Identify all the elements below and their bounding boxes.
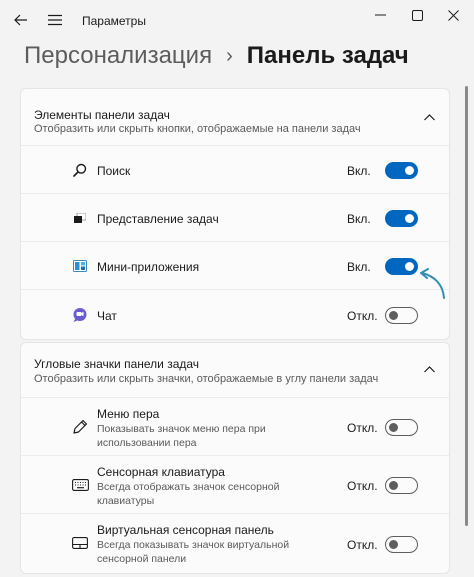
toggle-knob — [389, 423, 398, 432]
window-title: Параметры — [82, 14, 146, 28]
row-label: Сенсорная клавиатура — [97, 465, 225, 479]
section-subtitle: Отобразить или скрыть значки, отображаем… — [34, 373, 379, 385]
chat-icon — [71, 306, 89, 324]
row-label: Мини-приложения — [97, 260, 200, 274]
section-header[interactable]: Угловые значки панели задач Отобразить и… — [21, 343, 449, 397]
setting-row-virtual-touchpad: Виртуальная сенсорная панель Всегда пока… — [21, 513, 449, 573]
close-icon[interactable] — [439, 5, 467, 25]
widgets-toggle[interactable] — [385, 258, 418, 275]
virtual-touchpad-toggle[interactable] — [385, 536, 418, 553]
scrollbar[interactable] — [465, 86, 468, 526]
toggle-knob — [405, 166, 414, 175]
section-title: Элементы панели задач — [34, 108, 170, 122]
widgets-icon — [71, 257, 89, 275]
task-view-icon — [71, 209, 89, 227]
section-taskbar-items: Элементы панели задач Отобразить или скр… — [20, 88, 450, 340]
breadcrumb-parent[interactable]: Персонализация — [24, 42, 212, 70]
hamburger-menu-icon[interactable] — [44, 9, 66, 31]
toggle-state-text: Откл. — [347, 421, 378, 435]
pen-icon — [71, 418, 89, 436]
toggle-knob — [405, 262, 414, 271]
setting-row-search: Поиск Вкл. — [21, 145, 449, 193]
row-label: Поиск — [97, 164, 131, 178]
row-description: Всегда отображать значок сенсорной клави… — [97, 481, 280, 507]
chevron-up-icon[interactable] — [421, 109, 437, 125]
keyboard-icon — [71, 476, 89, 494]
section-title: Угловые значки панели задач — [34, 357, 200, 371]
toggle-state-text: Откл. — [347, 309, 378, 323]
toggle-state-text: Откл. — [347, 479, 378, 493]
setting-row-widgets: Мини-приложения Вкл. — [21, 241, 449, 289]
setting-row-task-view: Представление задач Вкл. — [21, 193, 449, 241]
search-toggle[interactable] — [385, 162, 418, 179]
touchpad-icon — [71, 534, 89, 552]
breadcrumb-separator: › — [226, 44, 233, 67]
chat-toggle[interactable] — [385, 307, 418, 324]
toggle-state-text: Вкл. — [347, 164, 371, 178]
search-icon — [71, 161, 89, 179]
hint-arrow-icon — [418, 268, 448, 305]
toggle-knob — [389, 311, 398, 320]
row-description: Показывать значок меню пера при использо… — [97, 423, 266, 449]
pen-menu-toggle[interactable] — [385, 419, 418, 436]
section-subtitle: Отобразить или скрыть кнопки, отображаем… — [34, 123, 361, 135]
page-title: Панель задач — [246, 42, 409, 69]
row-label: Представление задач — [97, 212, 219, 226]
section-corner-icons: Угловые значки панели задач Отобразить и… — [20, 342, 450, 574]
setting-row-touch-keyboard: Сенсорная клавиатура Всегда отображать з… — [21, 455, 449, 513]
breadcrumb: Персонализация › Панель задач — [24, 40, 409, 72]
chevron-up-icon[interactable] — [421, 361, 437, 377]
setting-row-pen-menu: Меню пера Показывать значок меню пера пр… — [21, 397, 449, 455]
row-label: Меню пера — [97, 407, 160, 421]
section-header[interactable]: Элементы панели задач Отобразить или скр… — [21, 89, 449, 143]
back-arrow-icon[interactable] — [10, 9, 32, 31]
title-bar: Параметры — [0, 0, 474, 40]
task-view-toggle[interactable] — [385, 210, 418, 227]
toggle-knob — [405, 214, 414, 223]
setting-row-chat: Чат Откл. — [21, 289, 449, 340]
row-description: Всегда показывать значок виртуальной сен… — [97, 539, 290, 565]
toggle-state-text: Вкл. — [347, 212, 371, 226]
toggle-state-text: Вкл. — [347, 260, 371, 274]
row-label: Виртуальная сенсорная панель — [97, 523, 274, 537]
minimize-icon[interactable] — [366, 5, 394, 25]
touch-keyboard-toggle[interactable] — [385, 477, 418, 494]
row-label: Чат — [97, 309, 117, 323]
toggle-knob — [389, 540, 398, 549]
toggle-state-text: Откл. — [347, 538, 378, 552]
maximize-icon[interactable] — [403, 5, 431, 25]
toggle-knob — [389, 481, 398, 490]
